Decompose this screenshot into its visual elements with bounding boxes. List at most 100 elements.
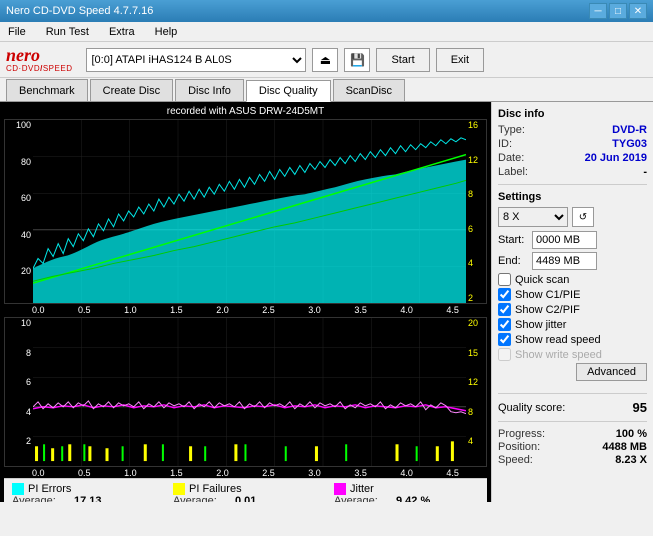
y-axis-right-upper: 16 12 8 6 4 2 [466,120,486,303]
progress-value: 100 % [616,428,647,440]
tab-benchmark[interactable]: Benchmark [6,79,88,101]
disc-id-value: TYG03 [612,138,647,150]
start-mb-row: Start: [498,231,647,249]
quick-scan-row: Quick scan [498,273,647,286]
quick-scan-checkbox[interactable] [498,273,511,286]
end-label: End: [498,255,528,267]
logo-nero: nero [6,46,72,64]
jitter-legend: Jitter [334,483,479,495]
advanced-button[interactable]: Advanced [576,363,647,381]
menu-help[interactable]: Help [151,25,182,39]
show-c2pif-row: Show C2/PIF [498,303,647,316]
maximize-button[interactable]: □ [609,3,627,19]
start-button[interactable]: Start [376,48,429,72]
pi-failures-legend: PI Failures [173,483,318,495]
disc-label-label: Label: [498,166,528,178]
show-read-speed-row: Show read speed [498,333,647,346]
speed-display-row: Speed: 8.23 X [498,454,647,466]
upper-chart: 100 80 60 40 20 [4,119,487,304]
y-axis-left-lower: 10 8 6 4 2 [5,318,33,466]
disc-date-row: Date: 20 Jun 2019 [498,152,647,164]
x-axis-upper: 0.0 0.5 1.0 1.5 2.0 2.5 3.0 3.5 4.0 4.5 [4,304,487,315]
pi-failures-average-value: 0.01 [235,495,256,502]
show-read-speed-label: Show read speed [515,334,601,346]
speed-display-value: 8.23 X [615,454,647,466]
show-read-speed-checkbox[interactable] [498,333,511,346]
jitter-average-label: Average: [334,495,392,502]
disc-label-value: - [643,166,647,178]
disc-type-label: Type: [498,124,525,136]
speed-select[interactable]: 8 X [498,207,568,227]
lower-chart: 10 8 6 4 2 [4,317,487,467]
disc-id-label: ID: [498,138,512,150]
show-c2pif-label: Show C2/PIF [515,304,580,316]
close-button[interactable]: ✕ [629,3,647,19]
progress-label: Progress: [498,428,545,440]
quality-score-row: Quality score: 95 [498,400,647,415]
show-c1pie-checkbox[interactable] [498,288,511,301]
quality-score-value: 95 [633,400,647,415]
title-bar: Nero CD-DVD Speed 4.7.7.16 ─ □ ✕ [0,0,653,22]
menu-file[interactable]: File [4,25,30,39]
pi-errors-section: PI Errors Average: 17.13 Maximum: 60 Tot… [12,483,157,502]
save-button[interactable]: 💾 [344,48,370,72]
tab-disc-quality[interactable]: Disc Quality [246,80,331,102]
show-c1pie-label: Show C1/PIE [515,289,580,301]
window-controls: ─ □ ✕ [589,3,647,19]
start-input[interactable] [532,231,597,249]
disc-type-row: Type: DVD-R [498,124,647,136]
chart-area: recorded with ASUS DRW-24D5MT 100 80 60 … [0,102,491,502]
minimize-button[interactable]: ─ [589,3,607,19]
end-input[interactable] [532,252,597,270]
show-jitter-row: Show jitter [498,318,647,331]
divider-3 [498,421,647,422]
end-mb-row: End: [498,252,647,270]
jitter-label: Jitter [350,483,374,495]
settings-title: Settings [498,191,647,203]
speed-setting-row: 8 X ↺ [498,207,647,227]
pi-failures-label: PI Failures [189,483,242,495]
exit-button[interactable]: Exit [436,48,484,72]
show-jitter-checkbox[interactable] [498,318,511,331]
menu-bar: File Run Test Extra Help [0,22,653,42]
jitter-average-row: Average: 9.42 % [334,495,479,502]
x-axis-lower: 0.0 0.5 1.0 1.5 2.0 2.5 3.0 3.5 4.0 4.5 [4,467,487,478]
speed-display-label: Speed: [498,454,533,466]
jitter-section: Jitter Average: 9.42 % Maximum: 10.1 % P… [334,483,479,502]
pi-errors-average-label: Average: [12,495,70,502]
upper-chart-canvas [33,120,466,303]
eject-button[interactable]: ⏏ [312,48,338,72]
tab-disc-info[interactable]: Disc Info [175,79,244,101]
jitter-average-value: 9.42 % [396,495,430,502]
menu-extra[interactable]: Extra [105,25,139,39]
show-c2pif-checkbox[interactable] [498,303,511,316]
pi-errors-label: PI Errors [28,483,71,495]
disc-date-value: 20 Jun 2019 [585,152,647,164]
disc-type-value: DVD-R [612,124,647,136]
start-label: Start: [498,234,528,246]
pi-failures-color [173,483,185,495]
tab-scan-disc[interactable]: ScanDisc [333,79,405,101]
show-write-speed-row: Show write speed [498,348,647,361]
pi-errors-average-value: 17.13 [74,495,102,502]
divider-2 [498,393,647,394]
y-axis-left-upper: 100 80 60 40 20 [5,120,33,303]
pi-failures-section: PI Failures Average: 0.01 Maximum: 2 Tot… [173,483,318,502]
position-value: 4488 MB [602,441,647,453]
disc-info-title: Disc info [498,108,647,120]
y-axis-right-lower: 20 15 12 8 4 [466,318,486,466]
lower-chart-canvas [33,318,466,466]
show-write-speed-label: Show write speed [515,349,602,361]
stats-bar: PI Errors Average: 17.13 Maximum: 60 Tot… [4,478,487,502]
menu-run-test[interactable]: Run Test [42,25,93,39]
drive-select[interactable]: [0:0] ATAPI iHAS124 B AL0S [86,48,306,72]
title-bar-text: Nero CD-DVD Speed 4.7.7.16 [6,5,153,17]
pi-errors-color [12,483,24,495]
main-content: recorded with ASUS DRW-24D5MT 100 80 60 … [0,102,653,502]
show-c1pie-row: Show C1/PIE [498,288,647,301]
tab-create-disc[interactable]: Create Disc [90,79,173,101]
jitter-color [334,483,346,495]
position-label: Position: [498,441,540,453]
refresh-button[interactable]: ↺ [572,207,594,227]
show-write-speed-checkbox[interactable] [498,348,511,361]
